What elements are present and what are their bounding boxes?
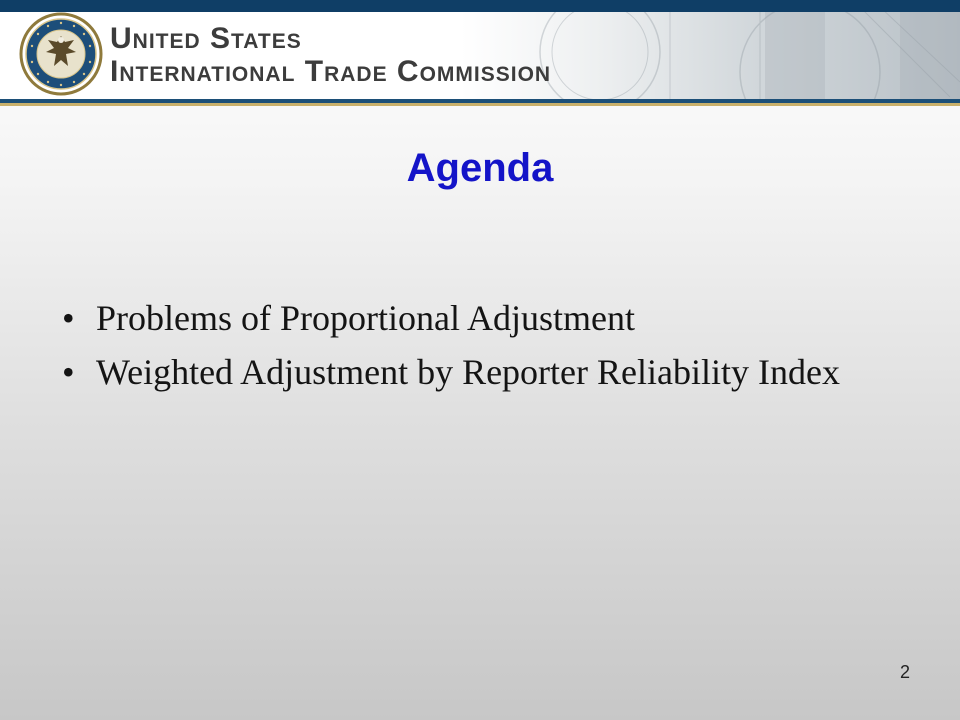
- agency-name: United States International Trade Commis…: [110, 22, 551, 88]
- bullet-item: • Problems of Proportional Adjustment: [62, 296, 902, 340]
- bullet-text: Problems of Proportional Adjustment: [96, 298, 635, 338]
- agency-name-line2: International Trade Commission: [110, 55, 552, 88]
- bullet-marker: •: [62, 352, 75, 392]
- header-top-stripe: [0, 0, 960, 12]
- page-number: 2: [899, 662, 910, 682]
- slide: United States International Trade Commis…: [0, 0, 960, 720]
- slide-title: Agenda: [406, 146, 554, 190]
- banner-collage-graphic: [539, 12, 960, 99]
- header-gold-line: [0, 103, 960, 106]
- header-banner: United States International Trade Commis…: [0, 0, 960, 104]
- bullet-list: • Problems of Proportional Adjustment • …: [62, 296, 902, 404]
- usitc-seal-logo: [19, 12, 103, 96]
- bullet-marker: •: [62, 298, 75, 338]
- bullet-item: • Weighted Adjustment by Reporter Reliab…: [62, 350, 902, 394]
- agency-name-line1: United States: [110, 22, 302, 55]
- bullet-text: Weighted Adjustment by Reporter Reliabil…: [96, 352, 840, 392]
